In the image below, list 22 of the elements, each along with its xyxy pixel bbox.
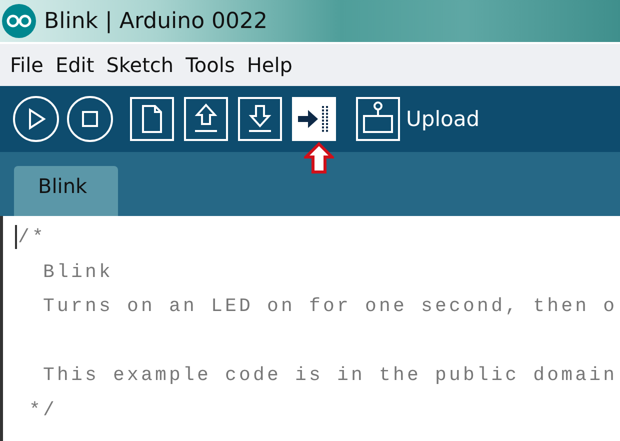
open-button[interactable] (184, 97, 228, 141)
window-title: Blink | Arduino 0022 (44, 8, 268, 34)
stop-button[interactable] (66, 95, 114, 143)
code-line: Turns on an LED on for one second, then o (42, 295, 618, 318)
run-button[interactable] (12, 95, 60, 143)
code-line: /* (18, 226, 46, 248)
menu-item[interactable]: Edit (55, 53, 94, 77)
tab[interactable]: Blink (14, 166, 118, 216)
logo-icon (2, 4, 36, 38)
menu-item[interactable]: File (10, 53, 44, 77)
toolbar-label: Upload (406, 107, 480, 131)
menu-item[interactable]: Sketch (106, 53, 174, 77)
new-button[interactable] (130, 97, 174, 141)
menu-item[interactable]: Help (246, 53, 292, 77)
serial-button[interactable] (356, 97, 400, 141)
code-line: */ (28, 398, 58, 421)
upload-button[interactable] (292, 97, 336, 141)
code-line: This example code is in the public domain (42, 364, 618, 386)
menu-item[interactable]: Tools (186, 53, 235, 77)
code-line: Blink (42, 260, 114, 283)
save-button[interactable] (238, 97, 282, 141)
pointer-arrow (304, 142, 334, 174)
